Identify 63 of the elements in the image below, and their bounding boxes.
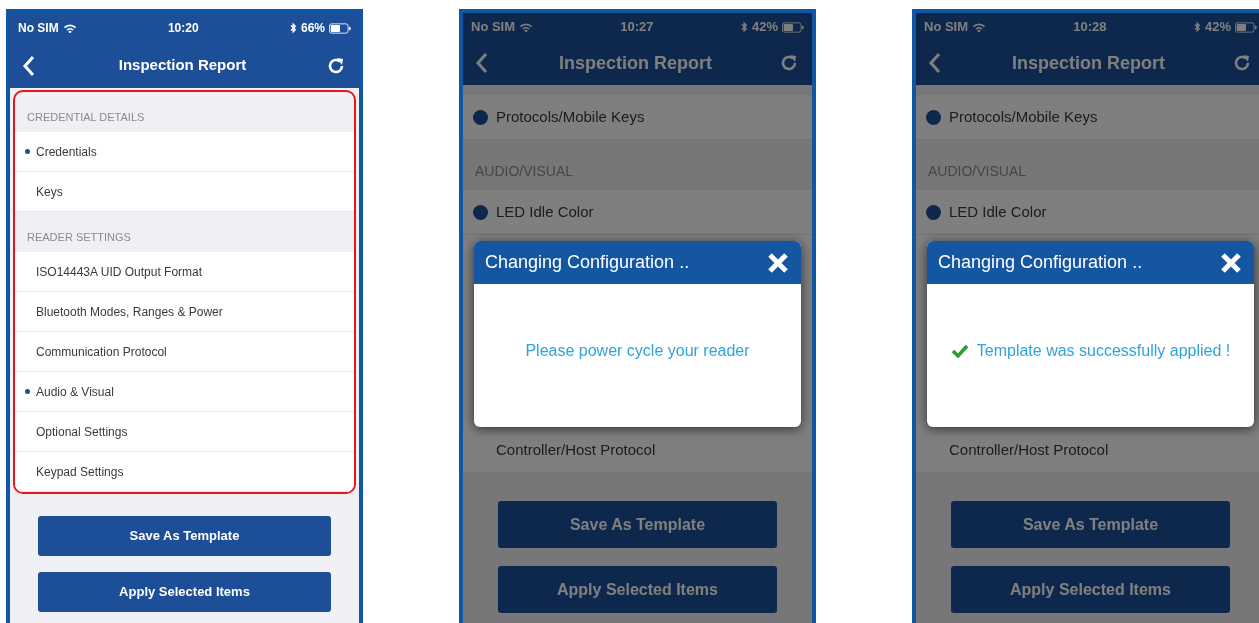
row-label: Optional Settings: [36, 423, 128, 441]
dialog-message: Please power cycle your reader: [525, 340, 750, 361]
close-icon[interactable]: [1219, 250, 1243, 275]
action-button[interactable]: Save As Template: [38, 516, 331, 556]
list-row[interactable]: Audio & Visual: [15, 372, 354, 412]
battery-percent: 42%: [751, 18, 778, 37]
list-row[interactable]: Bluetooth Modes, Ranges & Power: [15, 292, 354, 332]
list-row[interactable]: LED Idle Color: [916, 190, 1259, 235]
list-row[interactable]: Keys: [15, 172, 354, 212]
row-label: LED Idle Color: [496, 201, 594, 222]
row-label: Bluetooth Modes, Ranges & Power: [36, 303, 223, 321]
list-row[interactable]: Communication Protocol: [15, 332, 354, 372]
battery-percent: 42%: [1204, 18, 1231, 37]
bluetooth-icon: [289, 22, 297, 34]
action-button[interactable]: Apply Selected Items: [498, 566, 777, 613]
screen-title: Inspection Report: [118, 55, 247, 76]
carrier-label: No SIM: [924, 18, 969, 37]
wifi-icon: [972, 21, 987, 33]
row-label: Keys: [36, 183, 63, 201]
dialog-title: Changing Configuration ..: [938, 251, 1143, 274]
row-label: LED Idle Color: [949, 201, 1047, 222]
list-row[interactable]: Keypad Settings: [15, 452, 354, 492]
action-button[interactable]: Save As Template: [951, 501, 1230, 548]
list-row[interactable]: Protocols/Mobile Keys: [916, 95, 1259, 140]
clock-time: 10:27: [620, 18, 654, 37]
row-label: Keypad Settings: [36, 463, 124, 481]
list-row[interactable]: ISO14443A UID Output Format: [15, 252, 354, 292]
row-label: Credentials: [36, 143, 97, 161]
battery-percent: 66%: [300, 20, 325, 37]
list-row[interactable]: Protocols/Mobile Keys: [463, 95, 812, 140]
bluetooth-icon: [1193, 21, 1201, 33]
row-label: ISO14443A UID Output Format: [36, 263, 203, 281]
action-button[interactable]: Save As Template: [498, 501, 777, 548]
section-header: CREDENTIAL DETAILS: [27, 109, 145, 125]
carrier-label: No SIM: [18, 20, 59, 37]
row-label: Controller/Host Protocol: [496, 439, 656, 460]
clock-time: 10:20: [167, 20, 199, 37]
battery-icon: [782, 21, 804, 33]
list-row[interactable]: Credentials: [15, 132, 354, 172]
row-label: Controller/Host Protocol: [949, 439, 1109, 460]
list-row[interactable]: Optional Settings: [15, 412, 354, 452]
row-label: Audio & Visual: [36, 383, 114, 401]
wifi-icon: [62, 22, 77, 34]
row-label: Communication Protocol: [36, 343, 167, 361]
clock-time: 10:28: [1073, 18, 1107, 37]
list-row[interactable]: Controller/Host Protocol: [916, 428, 1259, 473]
dialog-title: Changing Configuration ..: [485, 251, 690, 274]
list-row[interactable]: Controller/Host Protocol: [463, 428, 812, 473]
screen-title: Inspection Report: [1012, 51, 1165, 75]
carrier-label: No SIM: [471, 18, 516, 37]
section-header: READER SETTINGS: [27, 229, 131, 245]
bluetooth-icon: [740, 21, 748, 33]
dialog-message: Template was successfully applied !: [976, 340, 1231, 361]
action-button[interactable]: Apply Selected Items: [951, 566, 1230, 613]
row-label: Protocols/Mobile Keys: [949, 106, 1098, 127]
row-label: Protocols/Mobile Keys: [496, 106, 645, 127]
battery-icon: [1235, 21, 1257, 33]
battery-icon: [329, 22, 351, 34]
list-row[interactable]: LED Idle Color: [463, 190, 812, 235]
close-icon[interactable]: [766, 250, 790, 275]
action-button[interactable]: Apply Selected Items: [38, 572, 331, 612]
screen-title: Inspection Report: [559, 51, 712, 75]
wifi-icon: [519, 21, 534, 33]
